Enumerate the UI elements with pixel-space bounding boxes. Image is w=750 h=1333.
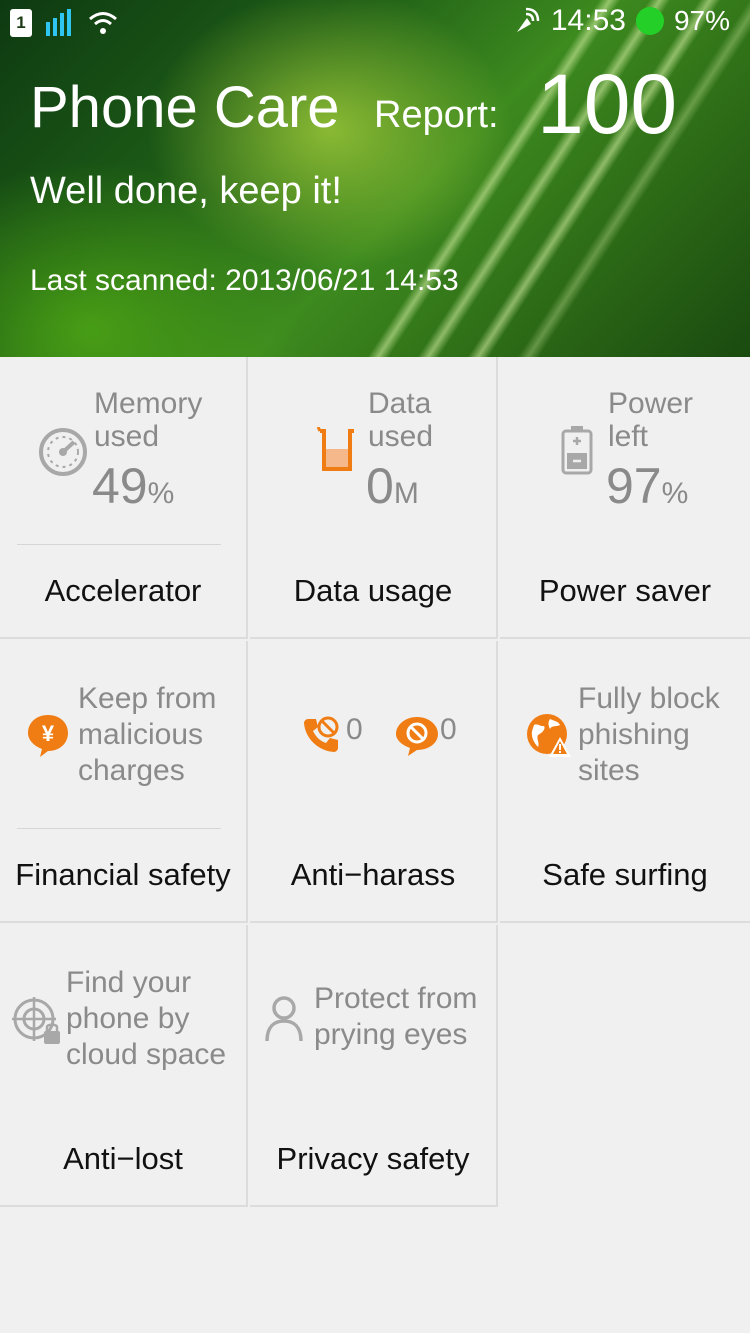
sim-icon: 1 — [10, 9, 32, 37]
block-call-icon — [304, 716, 339, 752]
tile-name: Safe surfing — [542, 857, 708, 892]
tile-name: Power saver — [538, 573, 712, 608]
svg-text:¥: ¥ — [42, 721, 55, 746]
tile-safe-surfing[interactable]: Fully block phishing sites Safe surfing — [500, 641, 750, 923]
tile-anti-harass[interactable]: 0 0 Anti−harass — [250, 641, 498, 923]
tile-name: Accelerator — [44, 573, 202, 608]
memory-label: Memory — [94, 387, 203, 420]
status-message: Well done, keep it! — [30, 170, 342, 212]
data-value: 0M — [366, 458, 419, 514]
page-title: Phone Care — [30, 75, 340, 140]
wifi-icon — [89, 12, 117, 34]
tile-accelerator[interactable]: Memory used 49% Accelerator — [0, 357, 248, 639]
tile-name: Anti−lost — [63, 1141, 183, 1176]
tile-name: Privacy safety — [276, 1141, 470, 1176]
memory-label-2: used — [94, 420, 160, 453]
privacy-desc: Protect from prying eyes — [314, 982, 478, 1051]
blocked-calls-count: 0 — [346, 713, 363, 746]
last-scanned: Last scanned: 2013/06/21 14:53 — [30, 264, 459, 297]
tile-name: Data usage — [293, 573, 453, 608]
beaker-icon — [316, 427, 354, 471]
user-icon — [265, 996, 303, 1042]
tile-privacy-safety[interactable]: Protect from prying eyes Privacy safety — [250, 925, 498, 1207]
block-sms-icon — [396, 717, 438, 756]
header-banner: 1 14:53 97% Phone Care Report: 100 Well … — [0, 0, 750, 357]
divider — [17, 544, 221, 545]
report-score[interactable]: 100 — [537, 56, 677, 153]
memory-value: 49% — [92, 458, 175, 514]
satellite-icon — [516, 7, 540, 32]
yen-shield-icon: ¥ — [28, 715, 68, 757]
surfing-desc: Fully block phishing sites — [578, 682, 720, 787]
locate-lock-icon — [12, 997, 60, 1044]
power-label-2: left — [608, 420, 649, 453]
clock: 14:53 — [550, 4, 626, 37]
battery-level: 97% — [673, 5, 730, 36]
report-label: Report: — [374, 94, 499, 136]
blocked-sms-count: 0 — [440, 713, 457, 746]
speedometer-icon — [39, 428, 87, 476]
tile-financial-safety[interactable]: ¥ Keep from malicious charges Financial … — [0, 641, 248, 923]
divider — [17, 828, 221, 829]
anti-lost-desc: Find your phone by cloud space — [66, 966, 227, 1071]
power-label: Power — [608, 387, 694, 420]
battery-icon — [561, 426, 593, 475]
data-label-2: used — [368, 420, 434, 453]
tile-name: Anti−harass — [290, 857, 456, 892]
status-bar: 1 14:53 97% — [0, 0, 750, 46]
tile-power-saver[interactable]: Power left 97% Power saver — [500, 357, 750, 639]
tile-name: Financial safety — [15, 857, 231, 892]
tile-data-usage[interactable]: Data used 0M Data usage — [250, 357, 498, 639]
data-label: Data — [368, 387, 432, 420]
financial-desc: Keep from malicious charges — [78, 682, 217, 787]
signal-icon — [46, 9, 71, 36]
globe-warning-icon — [527, 714, 571, 757]
tile-anti-lost[interactable]: Find your phone by cloud space Anti−lost — [0, 925, 248, 1207]
battery-icon — [635, 7, 664, 35]
power-value: 97% — [606, 458, 689, 514]
